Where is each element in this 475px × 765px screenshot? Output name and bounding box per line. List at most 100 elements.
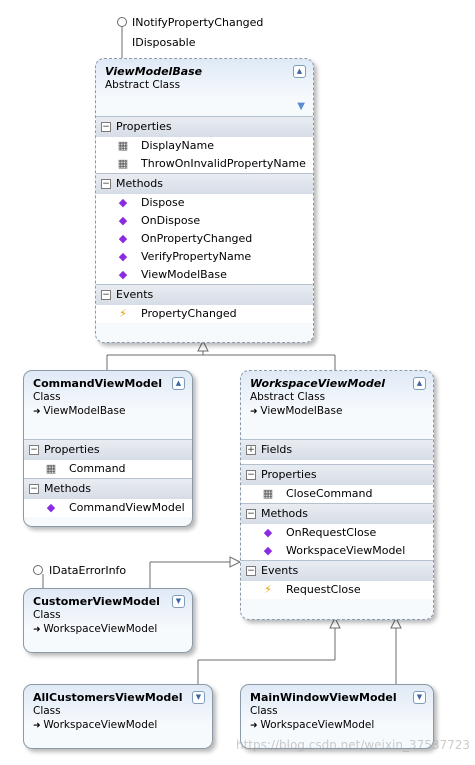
member-label: ThrowOnInvalidPropertyName [141,157,306,170]
section-label: Methods [44,482,91,495]
method-item[interactable]: ◆ OnPropertyChanged [96,230,313,248]
class-name: CustomerViewModel [33,595,160,608]
section-fields[interactable]: + Fields [241,439,433,460]
base-class-label: ViewModelBase [260,405,343,417]
property-item[interactable]: ▦ Command [24,460,192,478]
base-class: ➜ WorkspaceViewModel [33,623,158,635]
collapse-toggle-icon[interactable]: − [246,566,256,576]
expand-chevron-icon[interactable]: ▼ [192,691,205,704]
section-label: Methods [116,177,163,190]
expand-toggle-icon[interactable]: + [246,445,256,455]
collapse-toggle-icon[interactable]: − [246,470,256,480]
event-icon: ⚡ [119,307,127,320]
member-label: OnDispose [141,214,201,227]
member-label: OnRequestClose [286,526,377,539]
idataerror-interface-label: IDataErrorInfo [49,564,127,577]
class-name: MainWindowViewModel [250,691,397,704]
method-icon: ◆ [118,232,128,245]
class-kind: Class [33,609,61,621]
class-kind: Abstract Class [250,391,326,403]
base-class-label: WorkspaceViewModel [260,719,375,731]
section-label: Events [261,564,299,577]
allcustomersviewmodel-box[interactable]: AllCustomersViewModel Class ➜ WorkspaceV… [23,684,213,749]
expand-chevron-icon[interactable]: ▼ [172,595,185,608]
collapse-chevron-icon[interactable]: ▲ [172,377,185,390]
collapse-toggle-icon[interactable]: − [29,445,39,455]
class-name: CommandViewModel [33,377,163,390]
event-item[interactable]: ⚡ RequestClose [241,581,433,599]
idataerror-interface-circle [33,565,43,575]
property-item[interactable]: ▦ DisplayName [96,137,313,155]
customerviewmodel-box[interactable]: CustomerViewModel Class ➜ WorkspaceViewM… [23,588,193,653]
member-label: DisplayName [141,139,214,152]
section-events[interactable]: − Events [96,284,313,305]
collapse-toggle-icon[interactable]: − [246,509,256,519]
commandviewmodel-box[interactable]: CommandViewModel Class ➜ ViewModelBase ▲… [23,370,193,527]
workspaceviewmodel-box[interactable]: WorkspaceViewModel Abstract Class ➜ View… [240,370,434,620]
section-label: Events [116,288,154,301]
section-label: Properties [116,120,172,133]
member-label: OnPropertyChanged [141,232,253,245]
expand-chevron-icon[interactable]: ▼ [413,691,426,704]
allcustomersviewmodel-header: AllCustomersViewModel Class ➜ WorkspaceV… [24,685,212,737]
mainwindowviewmodel-header: MainWindowViewModel Class ➜ WorkspaceVie… [241,685,433,737]
class-kind: Abstract Class [105,79,181,91]
event-icon: ⚡ [264,583,272,596]
class-kind: Class [250,705,278,717]
method-icon: ◆ [46,501,56,514]
property-item[interactable]: ▦ CloseCommand [241,485,433,503]
section-properties[interactable]: − Properties [241,464,433,485]
filter-icon[interactable]: ▼ [297,101,305,112]
collapse-chevron-icon[interactable]: ▲ [413,377,426,390]
property-icon: ▦ [117,157,129,170]
base-class: ➜ ViewModelBase [250,405,343,417]
method-icon: ◆ [263,544,273,557]
method-item[interactable]: ◆ WorkspaceViewModel [241,542,433,560]
member-label: WorkspaceViewModel [286,544,406,557]
collapse-toggle-icon[interactable]: − [29,484,39,494]
method-item[interactable]: ◆ VerifyPropertyName [96,248,313,266]
class-name: WorkspaceViewModel [250,377,385,390]
method-item[interactable]: ◆ OnDispose [96,212,313,230]
section-label: Properties [44,443,100,456]
member-label: PropertyChanged [141,307,237,320]
method-item[interactable]: ◆ OnRequestClose [241,524,433,542]
section-methods[interactable]: − Methods [24,478,192,499]
property-item[interactable]: ▦ ThrowOnInvalidPropertyName [96,155,313,173]
base-class: ➜ WorkspaceViewModel [33,719,158,731]
member-label: ViewModelBase [141,268,227,281]
collapse-toggle-icon[interactable]: − [101,290,111,300]
section-properties[interactable]: − Properties [24,439,192,460]
inotify-interface-circle [117,17,127,27]
method-icon: ◆ [263,526,273,539]
class-name: ViewModelBase [105,65,203,78]
method-item[interactable]: ◆ CommandViewModel [24,499,192,517]
viewmodelbase-box[interactable]: ViewModelBase Abstract Class ▲ ▼ − Proper… [95,58,314,343]
collapse-chevron-icon[interactable]: ▲ [293,65,306,78]
member-label: VerifyPropertyName [141,250,252,263]
base-class: ➜ ViewModelBase [33,405,126,417]
workspaceviewmodel-header: WorkspaceViewModel Abstract Class ➜ View… [241,371,433,439]
event-item[interactable]: ⚡ PropertyChanged [96,305,313,323]
property-icon: ▦ [262,487,274,500]
member-label: CloseCommand [286,487,373,500]
base-class-label: ViewModelBase [43,405,126,417]
section-methods[interactable]: − Methods [241,503,433,524]
inotify-interface-label: INotifyPropertyChanged [132,16,264,29]
section-methods[interactable]: − Methods [96,173,313,194]
member-label: Command [69,462,126,475]
customerviewmodel-header: CustomerViewModel Class ➜ WorkspaceViewM… [24,589,192,641]
collapse-toggle-icon[interactable]: − [101,179,111,189]
viewmodelbase-header: ViewModelBase Abstract Class ▲ ▼ [96,59,313,116]
class-diagram: INotifyPropertyChanged IDisposable IData… [0,0,475,765]
watermark: https://blog.csdn.net/weixin_37537723 [236,738,471,752]
method-icon: ◆ [118,214,128,227]
customer-inherit-arrow [229,556,242,568]
method-item[interactable]: ◆ ViewModelBase [96,266,313,284]
section-events[interactable]: − Events [241,560,433,581]
method-item[interactable]: ◆ Dispose [96,194,313,212]
method-icon: ◆ [118,268,128,281]
section-properties[interactable]: − Properties [96,116,313,137]
collapse-toggle-icon[interactable]: − [101,122,111,132]
section-label: Fields [261,443,293,456]
